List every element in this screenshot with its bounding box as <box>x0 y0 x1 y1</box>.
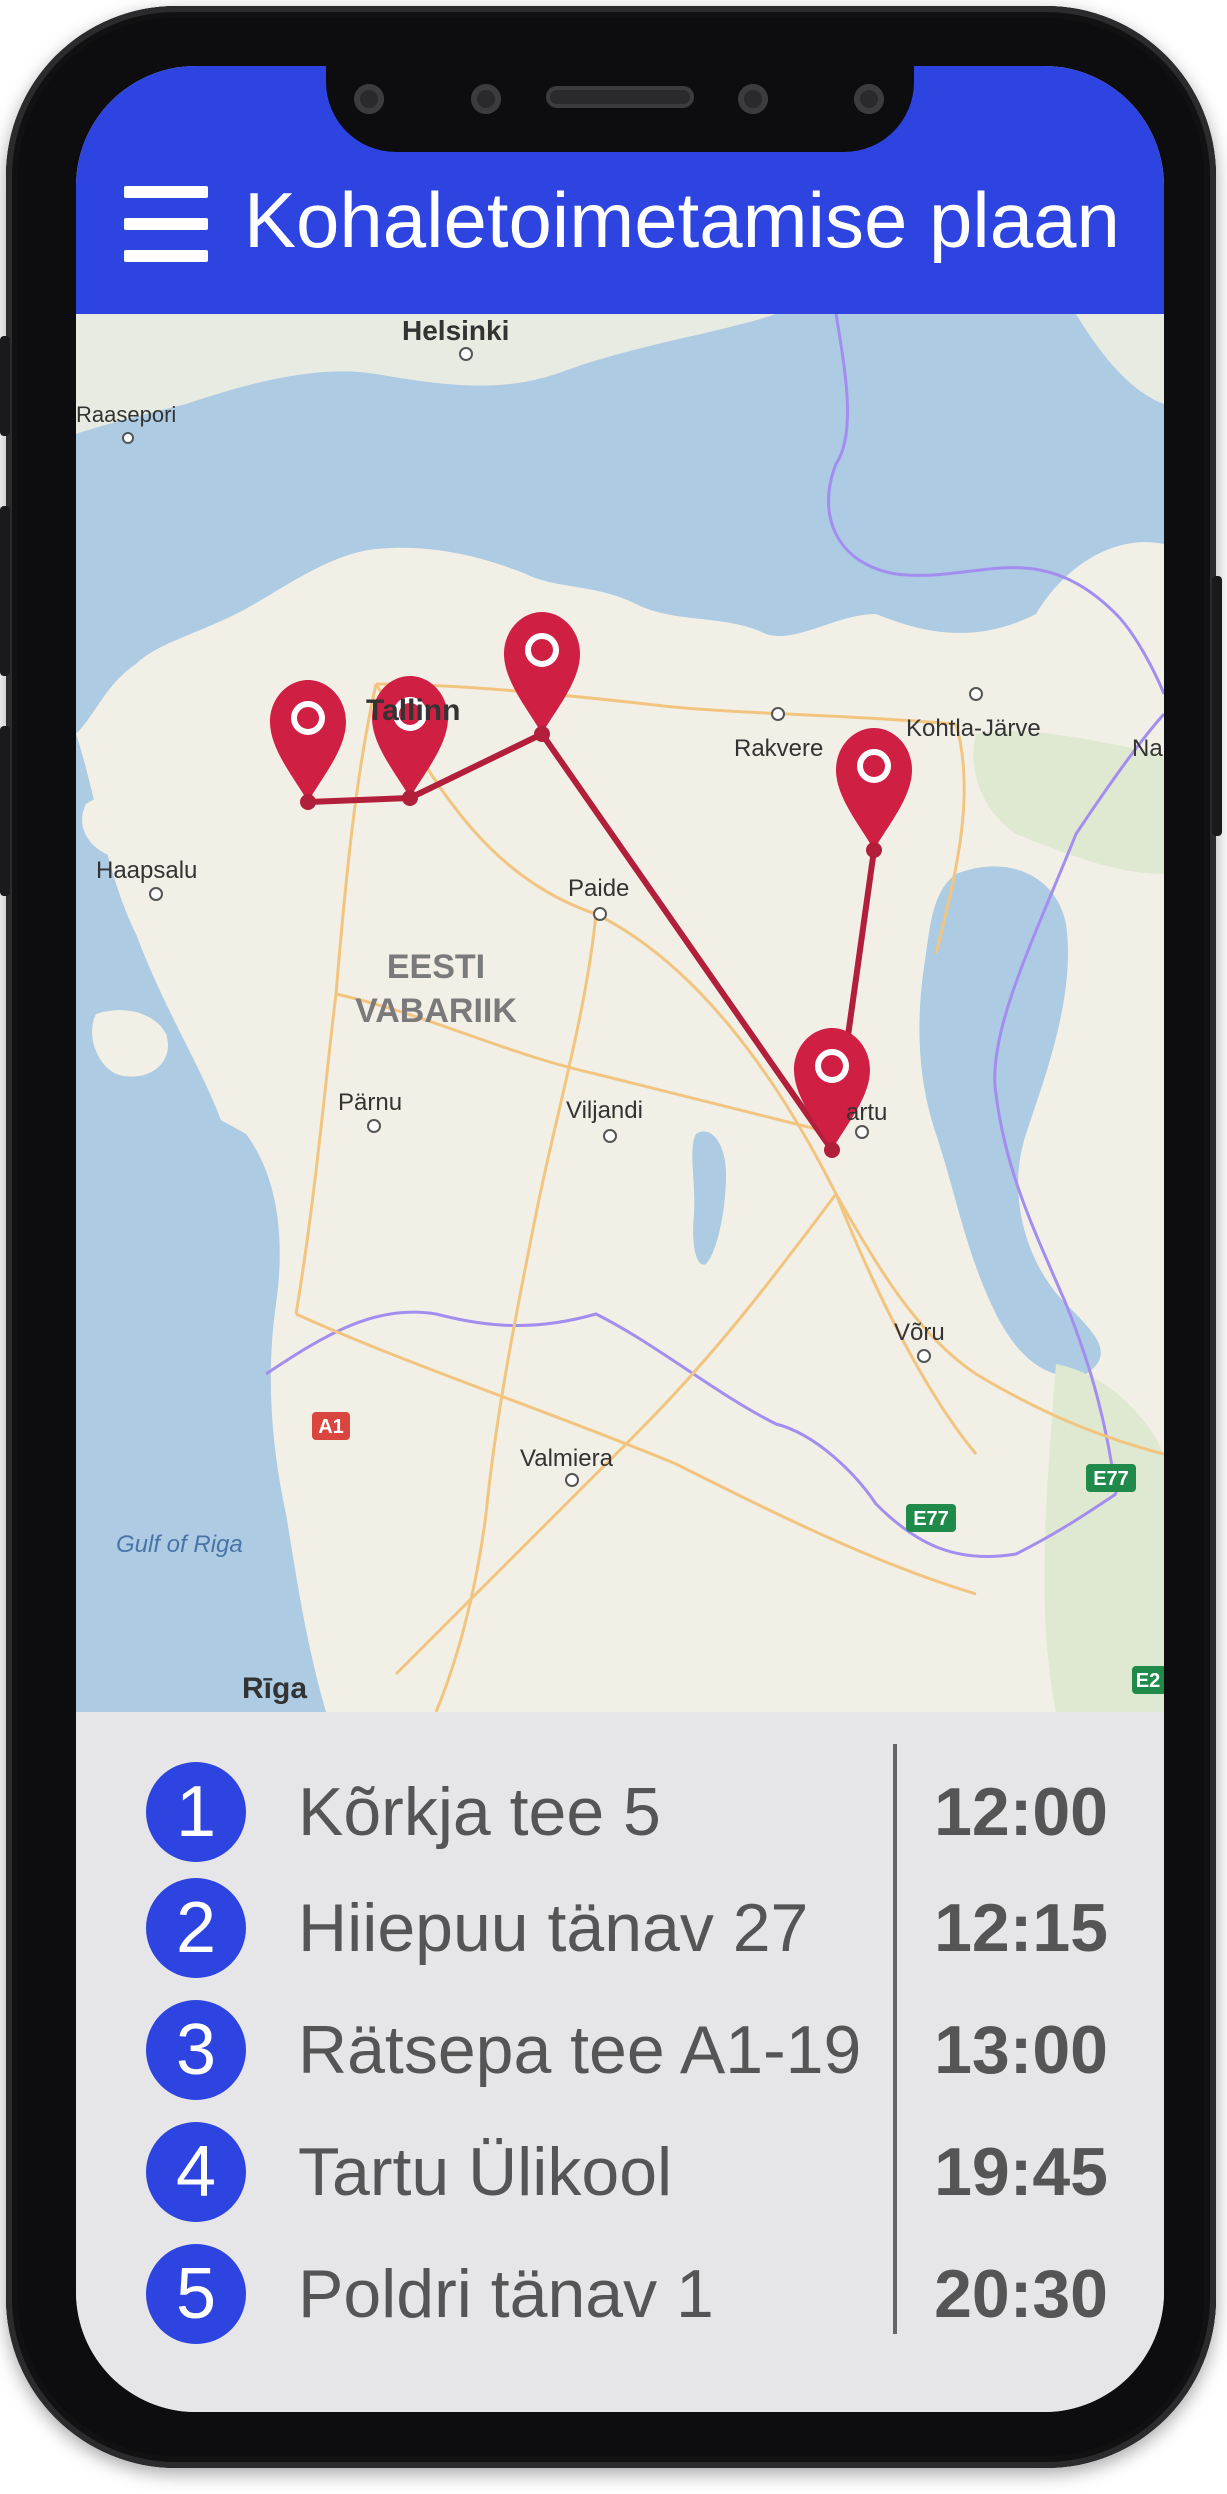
map-label: Rīga <box>242 1672 307 1705</box>
city-dot <box>565 1473 579 1487</box>
volume-up-button <box>0 506 10 676</box>
city-dot <box>459 347 473 361</box>
delivery-list: 1 Kõrkja tee 5 12:00 2 Hiiepuu tänav 27 … <box>76 1712 1164 2412</box>
city-dot <box>771 707 785 721</box>
stop-address: Rätsepa tee A1-19 <box>298 2012 862 2088</box>
stop-time: 20:30 <box>934 2256 1108 2332</box>
map-label: artu <box>846 1099 887 1126</box>
phone-frame: Helsinki Raasepori Tallinn Rakvere Kohtl… <box>0 6 1222 2468</box>
city-dot <box>917 1349 931 1363</box>
forest-area <box>1044 1364 1164 1712</box>
list-item[interactable]: 2 Hiiepuu tänav 27 12:15 <box>76 1874 1164 1978</box>
city-dot <box>593 907 607 921</box>
sensor-icon <box>738 84 768 114</box>
map-canvas: Helsinki Raasepori Tallinn Rakvere Kohtl… <box>76 314 1164 1712</box>
stop-time: 19:45 <box>934 2134 1108 2210</box>
map-label: Võru <box>894 1319 945 1346</box>
border-line <box>265 1310 1117 1559</box>
power-button <box>1212 576 1222 836</box>
city-dot <box>122 432 134 444</box>
sensor-icon <box>471 84 501 114</box>
map-pin-icon <box>270 680 346 810</box>
map-label: Kohtla-Järve <box>906 715 1041 742</box>
list-item[interactable]: 3 Rätsepa tee A1-19 13:00 <box>76 1996 1164 2100</box>
stop-address: Tartu Ülikool <box>298 2134 673 2210</box>
stop-time: 12:15 <box>934 1890 1108 1966</box>
stop-time: 13:00 <box>934 2012 1108 2088</box>
city-dot <box>969 687 983 701</box>
lake-peipus <box>919 866 1101 1376</box>
delivery-route <box>307 731 835 1152</box>
road <box>375 682 957 726</box>
road <box>394 1193 838 1676</box>
map-label: Valmiera <box>520 1445 614 1472</box>
map-pin-icon <box>504 612 580 742</box>
route-map[interactable]: Helsinki Raasepori Tallinn Rakvere Kohtl… <box>76 314 1164 1712</box>
road-shield-label: A1 <box>318 1416 344 1438</box>
map-label: Na <box>1132 735 1163 762</box>
app-screen: Helsinki Raasepori Tallinn Rakvere Kohtl… <box>76 66 1164 2412</box>
map-label: Helsinki <box>402 315 509 346</box>
map-label: Rakvere <box>734 735 823 762</box>
list-item[interactable]: 1 Kõrkja tee 5 12:00 <box>76 1758 1164 1862</box>
city-dot <box>149 887 163 901</box>
road-shield-label: E77 <box>1093 1468 1129 1490</box>
stop-address: Poldri tänav 1 <box>298 2256 714 2332</box>
city-dot <box>367 1119 381 1133</box>
city-dot <box>855 1125 869 1139</box>
volume-down-button <box>0 726 10 896</box>
stop-time: 12:00 <box>934 1774 1108 1850</box>
map-label: Raasepori <box>76 402 176 427</box>
map-label: Gulf of Riga <box>116 1531 243 1558</box>
camera-notch <box>326 66 914 152</box>
stop-number-badge: 4 <box>146 2122 246 2222</box>
silent-switch <box>0 336 10 436</box>
country-label: VABARIIK <box>355 992 517 1030</box>
page-title: Kohaletoimetamise plaan <box>244 176 1120 264</box>
camera-icon <box>354 84 384 114</box>
map-label: Tallinn <box>366 694 460 727</box>
stop-address: Hiiepuu tänav 27 <box>298 1890 809 1966</box>
road <box>434 913 598 1712</box>
map-label: Pärnu <box>338 1089 402 1116</box>
speaker-grille <box>546 86 694 108</box>
road-shield-label: E2 <box>1136 1670 1160 1692</box>
map-label: Paide <box>568 875 629 902</box>
map-pin-icon <box>836 728 912 858</box>
gulf-of-riga-water <box>76 1074 326 1712</box>
list-item[interactable]: 4 Tartu Ülikool 19:45 <box>76 2118 1164 2222</box>
map-label: Haapsalu <box>96 857 197 884</box>
list-item[interactable]: 5 Poldri tänav 1 20:30 <box>76 2240 1164 2344</box>
camera-icon <box>854 84 884 114</box>
stop-number-badge: 1 <box>146 1762 246 1862</box>
stop-address: Kõrkja tee 5 <box>298 1774 661 1850</box>
road <box>295 1312 977 1596</box>
hamburger-menu-icon[interactable] <box>124 186 208 262</box>
road-shield-label: E77 <box>913 1508 949 1530</box>
country-label: EESTI <box>387 948 485 986</box>
lake-vortsjarv <box>692 1131 726 1265</box>
city-dot <box>603 1129 617 1143</box>
stop-number-badge: 2 <box>146 1878 246 1978</box>
stop-number-badge: 3 <box>146 2000 246 2100</box>
stop-number-badge: 5 <box>146 2244 246 2344</box>
map-label: Viljandi <box>566 1097 643 1124</box>
